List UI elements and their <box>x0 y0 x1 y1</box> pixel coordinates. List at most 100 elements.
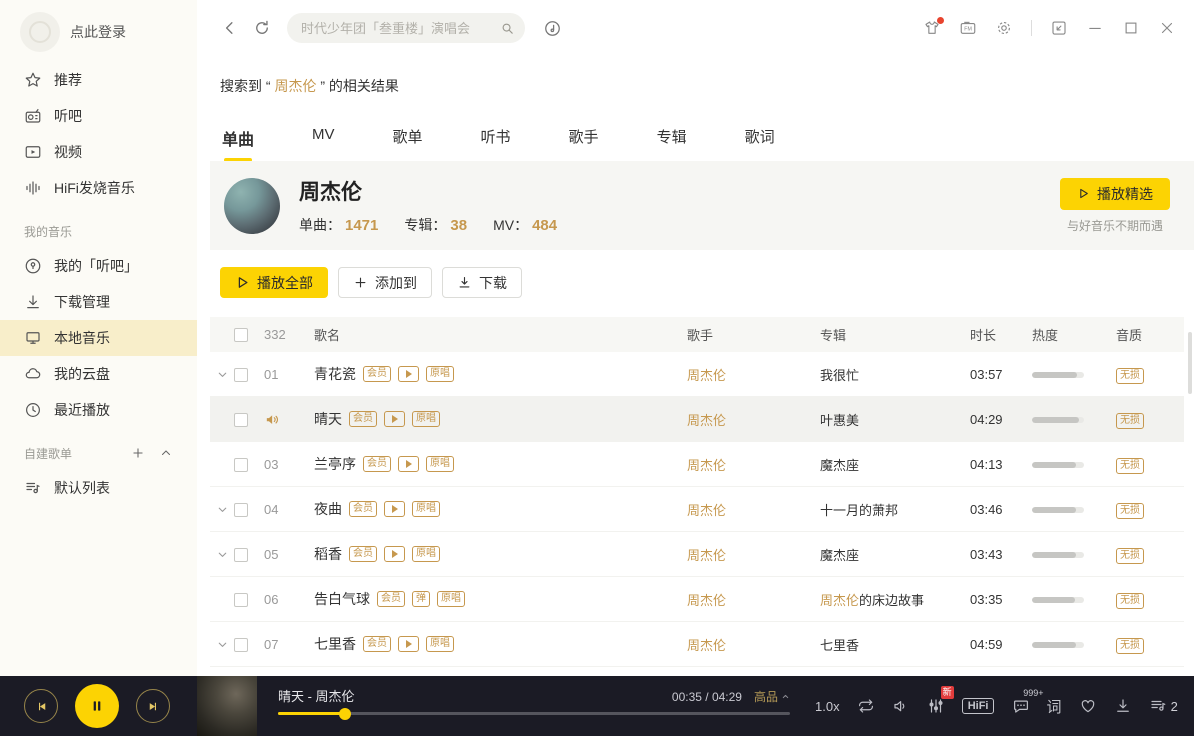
row-checkbox[interactable] <box>234 503 248 517</box>
header-quality[interactable]: 音质 <box>1116 325 1180 344</box>
song-album[interactable]: 叶惠美 <box>820 410 970 429</box>
progress-knob[interactable] <box>339 708 351 720</box>
add-playlist-icon[interactable] <box>131 446 145 460</box>
sidebar-item-recommend[interactable]: 推荐 <box>0 62 197 98</box>
table-row[interactable]: 06 告白气球 会员 弹 原唱 周杰伦 周杰伦的床边故事 03:35 无损 <box>210 577 1184 622</box>
select-all-checkbox[interactable] <box>234 328 248 342</box>
quality-selector[interactable]: 高品 <box>754 688 790 705</box>
search-box[interactable] <box>287 13 525 43</box>
tab-albums[interactable]: 专辑 <box>657 126 687 162</box>
row-checkbox[interactable] <box>234 548 248 562</box>
table-row[interactable]: 05 稻香 会员 原唱 周杰伦 魔杰座 03:43 无损 <box>210 532 1184 577</box>
expand-chevron-down-icon[interactable] <box>210 368 234 381</box>
mv-badge[interactable] <box>384 411 405 427</box>
refresh-icon[interactable] <box>253 19 271 37</box>
table-row[interactable]: 07 七里香 会员 原唱 周杰伦 七里香 04:59 无损 <box>210 622 1184 667</box>
theme-skin-icon[interactable] <box>923 19 941 37</box>
sidebar-item-recent-played[interactable]: 最近播放 <box>0 392 197 428</box>
header-album[interactable]: 专辑 <box>820 325 970 344</box>
tab-mv[interactable]: MV <box>312 126 335 162</box>
song-album[interactable]: 周杰伦的床边故事 <box>820 590 970 609</box>
minimize-icon[interactable] <box>1086 19 1104 37</box>
previous-track-button[interactable] <box>24 689 58 723</box>
song-album[interactable]: 七里香 <box>820 635 970 654</box>
tab-audiobooks[interactable]: 听书 <box>481 126 511 162</box>
song-album[interactable]: 我很忙 <box>820 365 970 384</box>
equalizer-icon[interactable]: 新 <box>927 697 945 715</box>
row-checkbox[interactable] <box>234 458 248 472</box>
sidebar-item-download-manager[interactable]: 下载管理 <box>0 284 197 320</box>
mv-badge[interactable] <box>398 366 419 382</box>
row-checkbox[interactable] <box>234 368 248 382</box>
download-icon[interactable] <box>1114 697 1132 715</box>
repeat-mode-icon[interactable] <box>857 697 875 715</box>
sidebar-item-hifi[interactable]: HiFi发烧音乐 <box>0 170 197 206</box>
progress-bar[interactable] <box>278 712 790 715</box>
expand-chevron-down-icon[interactable] <box>210 503 234 516</box>
next-track-button[interactable] <box>136 689 170 723</box>
tab-artists[interactable]: 歌手 <box>569 126 599 162</box>
sidebar-item-listen-bar[interactable]: 听吧 <box>0 98 197 134</box>
song-album[interactable]: 十一月的萧邦 <box>820 500 970 519</box>
song-artist-link[interactable]: 周杰伦 <box>687 500 820 519</box>
sidebar-item-my-listen-bar[interactable]: 我的「听吧」 <box>0 248 197 284</box>
song-artist-link[interactable]: 周杰伦 <box>687 635 820 654</box>
player-album-art[interactable] <box>197 676 257 736</box>
row-checkbox[interactable] <box>234 593 248 607</box>
song-album[interactable]: 魔杰座 <box>820 545 970 564</box>
expand-chevron-down-icon[interactable] <box>210 548 234 561</box>
mv-badge[interactable] <box>384 546 405 562</box>
table-row[interactable]: 01 青花瓷 会员 原唱 周杰伦 我很忙 03:57 无损 <box>210 352 1184 397</box>
tab-lyrics[interactable]: 歌词 <box>745 126 775 162</box>
favorite-heart-icon[interactable] <box>1079 697 1097 715</box>
song-album[interactable]: 魔杰座 <box>820 455 970 474</box>
add-to-button[interactable]: 添加到 <box>338 267 432 298</box>
song-artist-link[interactable]: 周杰伦 <box>687 545 820 564</box>
settings-gear-icon[interactable] <box>995 19 1013 37</box>
play-queue-button[interactable]: 2 <box>1149 697 1178 715</box>
song-artist-link[interactable]: 周杰伦 <box>687 410 820 429</box>
mini-mode-icon[interactable] <box>1050 19 1068 37</box>
search-icon[interactable] <box>500 21 515 36</box>
close-icon[interactable] <box>1158 19 1176 37</box>
scrollbar-thumb[interactable] <box>1188 332 1192 394</box>
collapse-chevron-up-icon[interactable] <box>159 446 173 460</box>
mv-badge[interactable] <box>384 501 405 517</box>
header-name[interactable]: 歌名 <box>314 325 687 344</box>
song-artist-link[interactable]: 周杰伦 <box>687 455 820 474</box>
sidebar-item-local-music[interactable]: 本地音乐 <box>0 320 197 356</box>
song-artist-link[interactable]: 周杰伦 <box>687 590 820 609</box>
tab-playlists[interactable]: 歌单 <box>393 126 423 162</box>
lyrics-button[interactable]: 词 <box>1047 696 1062 717</box>
sidebar-item-default-playlist[interactable]: 默认列表 <box>0 470 197 506</box>
sidebar-item-cloud-drive[interactable]: 我的云盘 <box>0 356 197 392</box>
tab-songs[interactable]: 单曲 <box>222 126 254 162</box>
login-button[interactable]: 点此登录 <box>0 2 197 62</box>
fm-radio-icon[interactable]: FM <box>959 19 977 37</box>
row-checkbox[interactable] <box>234 638 248 652</box>
mv-badge[interactable] <box>398 456 419 472</box>
play-featured-button[interactable]: 播放精选 <box>1060 178 1170 210</box>
search-input[interactable] <box>301 21 500 36</box>
row-checkbox[interactable] <box>234 413 248 427</box>
table-row-playing[interactable]: 晴天 会员 原唱 周杰伦 叶惠美 04:29 无损 <box>210 397 1184 442</box>
hifi-button[interactable]: HiFi <box>962 698 995 714</box>
play-all-button[interactable]: 播放全部 <box>220 267 328 298</box>
download-button[interactable]: 下载 <box>442 267 522 298</box>
sidebar-item-video[interactable]: 视频 <box>0 134 197 170</box>
volume-icon[interactable] <box>892 697 910 715</box>
music-recognition-icon[interactable] <box>543 19 562 38</box>
back-icon[interactable] <box>221 19 239 37</box>
play-pause-button[interactable] <box>75 684 119 728</box>
header-artist[interactable]: 歌手 <box>687 325 820 344</box>
header-duration[interactable]: 时长 <box>970 325 1032 344</box>
song-artist-link[interactable]: 周杰伦 <box>687 365 820 384</box>
expand-chevron-down-icon[interactable] <box>210 638 234 651</box>
header-heat[interactable]: 热度 <box>1032 325 1116 344</box>
maximize-icon[interactable] <box>1122 19 1140 37</box>
table-row[interactable]: 04 夜曲 会员 原唱 周杰伦 十一月的萧邦 03:46 无损 <box>210 487 1184 532</box>
artist-avatar[interactable] <box>224 178 280 234</box>
mv-badge[interactable] <box>398 636 419 652</box>
comments-icon[interactable]: 999+ <box>1012 697 1030 715</box>
playback-speed-button[interactable]: 1.0x <box>815 699 840 714</box>
